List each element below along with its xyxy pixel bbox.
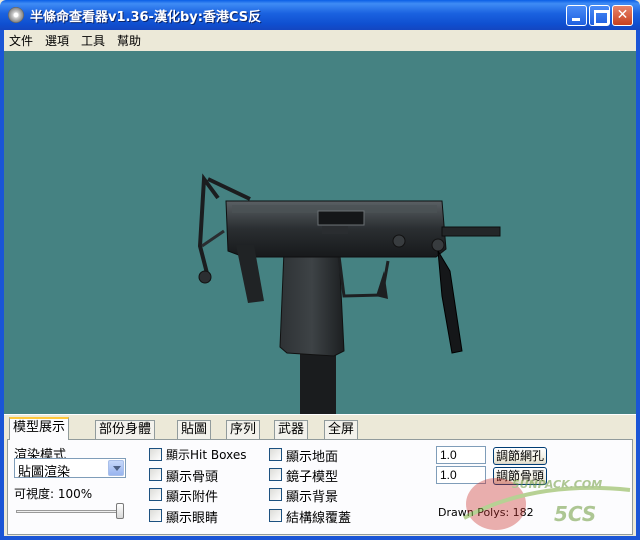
checkbox-show-hitboxes-label: 顯示Hit Boxes — [166, 448, 247, 462]
visibility-slider-thumb[interactable] — [116, 503, 124, 519]
checkbox-show-background-label: 顯示背景 — [286, 490, 339, 505]
title-bar[interactable]: 半條命查看器v1.36-漢化by:香港CS反 ✕ — [0, 0, 640, 30]
render-mode-select[interactable]: 貼圖渲染 — [14, 458, 126, 480]
checkbox-wireframe-overlay-label: 結構線覆蓋 — [286, 511, 352, 526]
tab-weapons[interactable]: 武器 — [274, 420, 309, 439]
maximize-button[interactable] — [589, 5, 610, 26]
checkbox-show-eyes[interactable] — [149, 509, 162, 522]
maximize-icon — [590, 6, 609, 25]
checkbox-show-ground-label: 顯示地面 — [286, 450, 339, 465]
weapon-model-render — [197, 173, 501, 414]
checkbox-show-bones[interactable] — [149, 468, 162, 481]
checkbox-mirror-model-label: 鏡子模型 — [286, 470, 339, 485]
checkbox-show-attachments[interactable] — [149, 488, 162, 501]
tab-fullscreen[interactable]: 全屏 — [324, 420, 359, 439]
tab-sequences[interactable]: 序列 — [226, 420, 261, 439]
watermark-top-text: 5UNPACK.COM — [512, 478, 603, 491]
checkbox-show-bones-label: 顯示骨頭 — [166, 470, 219, 485]
checkbox-wireframe-overlay[interactable] — [269, 509, 282, 522]
menu-tools[interactable]: 工具 — [81, 32, 105, 49]
checkbox-show-ground[interactable] — [269, 448, 282, 461]
visibility-label: 可視度: 100% — [14, 487, 93, 501]
visibility-slider-track[interactable] — [16, 510, 122, 513]
menu-file[interactable]: 文件 — [9, 32, 33, 49]
tab-textures[interactable]: 貼圖 — [177, 420, 212, 439]
checkbox-show-eyes-label: 顯示眼睛 — [166, 511, 219, 526]
minimize-button[interactable] — [566, 5, 587, 26]
close-icon: ✕ — [616, 7, 629, 23]
checkbox-show-hitboxes[interactable] — [149, 448, 162, 461]
window-border-right — [636, 30, 640, 540]
site-watermark-logo: 5UNPACK.COM 5CS — [454, 470, 634, 536]
chevron-down-icon[interactable] — [108, 460, 124, 476]
window-border-bottom — [0, 536, 640, 540]
checkbox-show-background[interactable] — [269, 488, 282, 501]
tab-body-parts[interactable]: 部份身體 — [95, 420, 156, 439]
watermark-bottom-text: 5CS — [554, 502, 597, 526]
app-icon — [8, 7, 24, 23]
adjust-grid-button[interactable]: 調節網孔 — [493, 447, 548, 465]
menu-options[interactable]: 選項 — [45, 32, 69, 49]
menu-help[interactable]: 幫助 — [117, 32, 141, 49]
checkbox-mirror-model[interactable] — [269, 468, 282, 481]
checkbox-show-attachments-label: 顯示附件 — [166, 490, 219, 505]
model-viewport[interactable] — [4, 51, 636, 414]
menu-bar: 文件 選項 工具 幫助 — [4, 30, 636, 50]
render-mode-value: 貼圖渲染 — [18, 465, 71, 480]
window-title: 半條命查看器v1.36-漢化by:香港CS反 — [30, 10, 262, 25]
tab-model-view[interactable]: 模型展示 — [9, 417, 70, 440]
minimize-icon — [567, 6, 586, 25]
close-button[interactable]: ✕ — [612, 5, 633, 26]
grid-scale-input[interactable] — [436, 446, 486, 464]
